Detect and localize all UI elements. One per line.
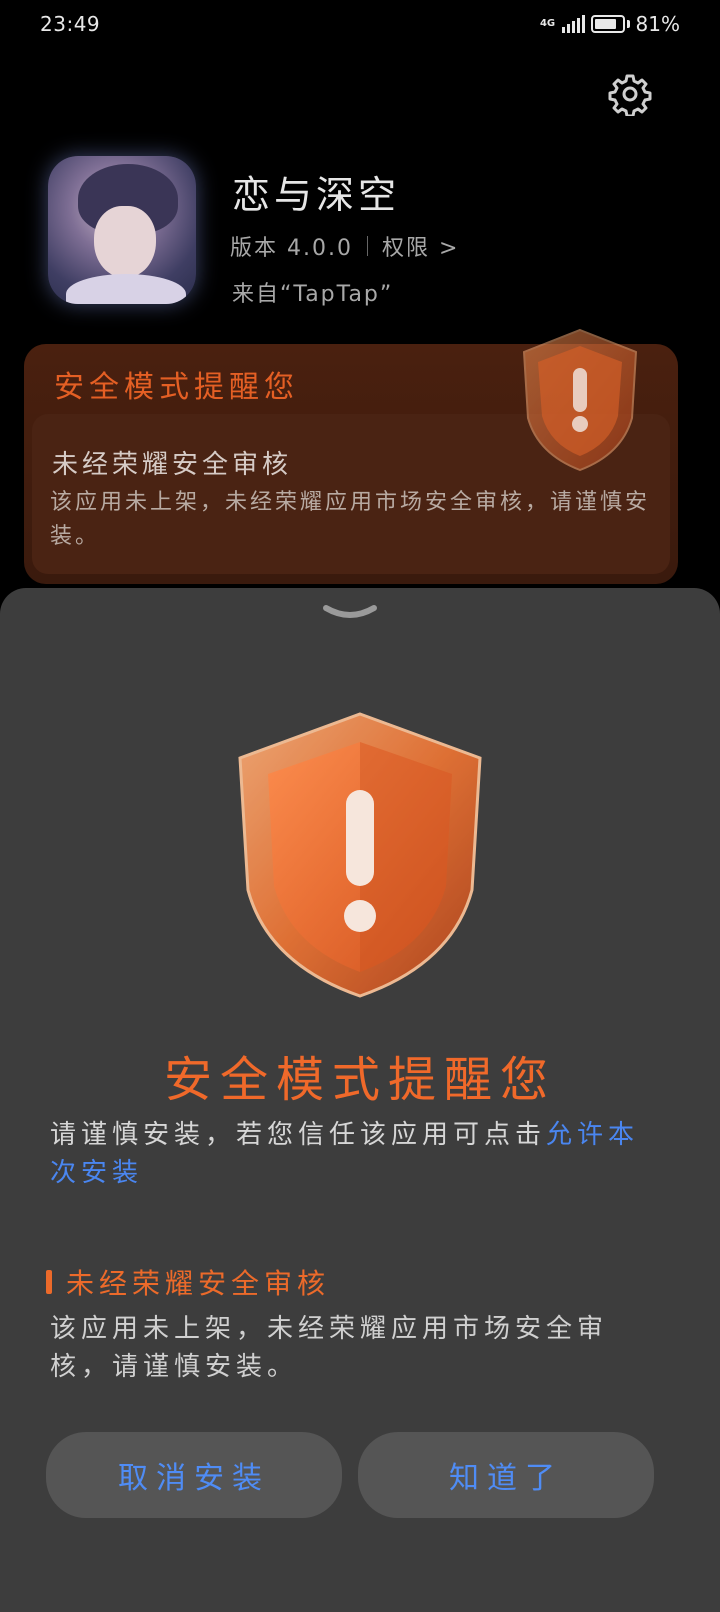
cancel-install-button[interactable]: 取消安装 (46, 1432, 342, 1518)
app-source: 来自“TapTap” (232, 282, 394, 307)
battery-fill (594, 19, 616, 29)
status-bar: 23:49 4G 81% (0, 0, 720, 48)
status-time: 23:49 (40, 12, 101, 36)
gear-icon[interactable] (608, 72, 652, 116)
reason-marker (46, 1270, 52, 1294)
warning-card-subtitle: 未经荣耀安全审核 (52, 450, 293, 480)
warning-card-title: 安全模式提醒您 (54, 370, 299, 405)
got-it-button[interactable]: 知道了 (358, 1432, 654, 1518)
shield-warning-icon (522, 328, 638, 472)
sheet-title: 安全模式提醒您 (163, 1052, 556, 1108)
meta-divider (366, 236, 368, 256)
app-version: 版本 4.0.0 (230, 236, 353, 261)
battery-percent: 81% (635, 12, 680, 36)
network-type: 4G (539, 18, 556, 29)
battery-icon (590, 15, 625, 33)
app-name: 恋与深空 (232, 173, 401, 217)
reason-description: 该应用未上架，未经荣耀应用市场安全审核，请谨慎安装。 (50, 1314, 609, 1382)
chevron-down-icon[interactable] (320, 602, 380, 626)
sheet-body-text: 请谨慎安装，若您信任该应用可点击 (50, 1120, 547, 1150)
app-meta: 版本 4.0.0 权限 > (230, 230, 459, 262)
battery-tip (626, 20, 630, 28)
reason-heading: 未经荣耀安全审核 (46, 1262, 330, 1302)
warning-card-description: 该应用未上架，未经荣耀应用市场安全审核，请谨慎安装。 (50, 490, 651, 549)
shield-warning-icon-large (238, 712, 482, 998)
app-icon (48, 156, 196, 304)
permissions-link[interactable]: 权限 > (382, 230, 459, 262)
sheet-body: 请谨慎安装，若您信任该应用可点击允许本次安装 (50, 1116, 670, 1192)
status-icons: 4G 81% (540, 12, 680, 36)
reason-title: 未经荣耀安全审核 (66, 1267, 331, 1300)
signal-icon (561, 15, 585, 33)
